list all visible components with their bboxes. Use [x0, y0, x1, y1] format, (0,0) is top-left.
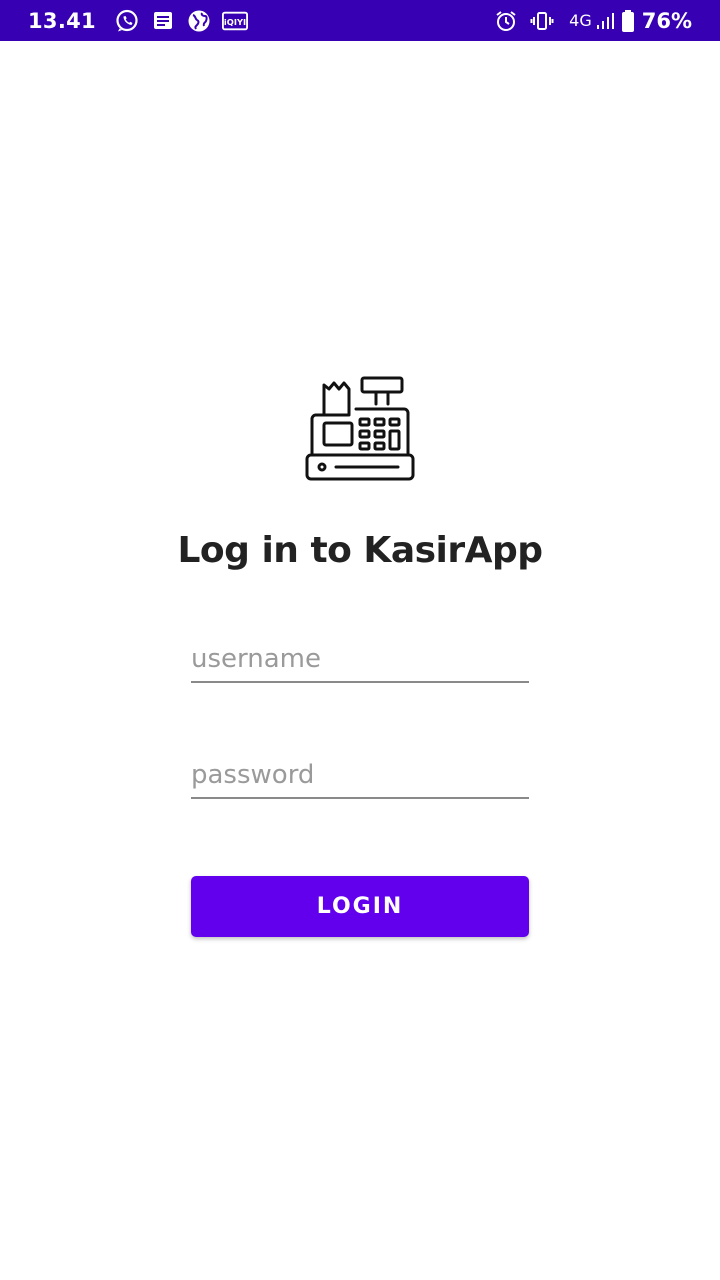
globe-icon: [186, 8, 212, 34]
svg-text:iQIYI: iQIYI: [224, 17, 246, 27]
status-right: 4G 76%: [493, 0, 692, 41]
username-input[interactable]: [191, 637, 529, 681]
iqiyi-icon: iQIYI: [221, 8, 248, 34]
status-bar: 13.41 iQIYI 4G 76%: [0, 0, 720, 41]
battery-percentage: 76%: [641, 8, 692, 33]
network-type: 4G: [569, 11, 592, 30]
cash-register-icon: [304, 375, 416, 483]
username-field-container: [191, 637, 529, 683]
signal-icon: [594, 8, 616, 34]
page-title: Log in to KasirApp: [177, 530, 543, 571]
status-time: 13.41: [28, 8, 96, 33]
login-button[interactable]: LOGIN: [191, 876, 529, 937]
vibrate-icon: [529, 8, 555, 34]
battery-icon: [620, 8, 636, 34]
whatsapp-icon: [114, 8, 140, 34]
message-icon: [150, 8, 176, 34]
password-input[interactable]: [191, 753, 529, 797]
status-left: 13.41 iQIYI: [28, 0, 258, 41]
login-screen: Log in to KasirApp LOGIN: [0, 41, 720, 1280]
password-field-container: [191, 753, 529, 799]
alarm-icon: [493, 8, 519, 34]
